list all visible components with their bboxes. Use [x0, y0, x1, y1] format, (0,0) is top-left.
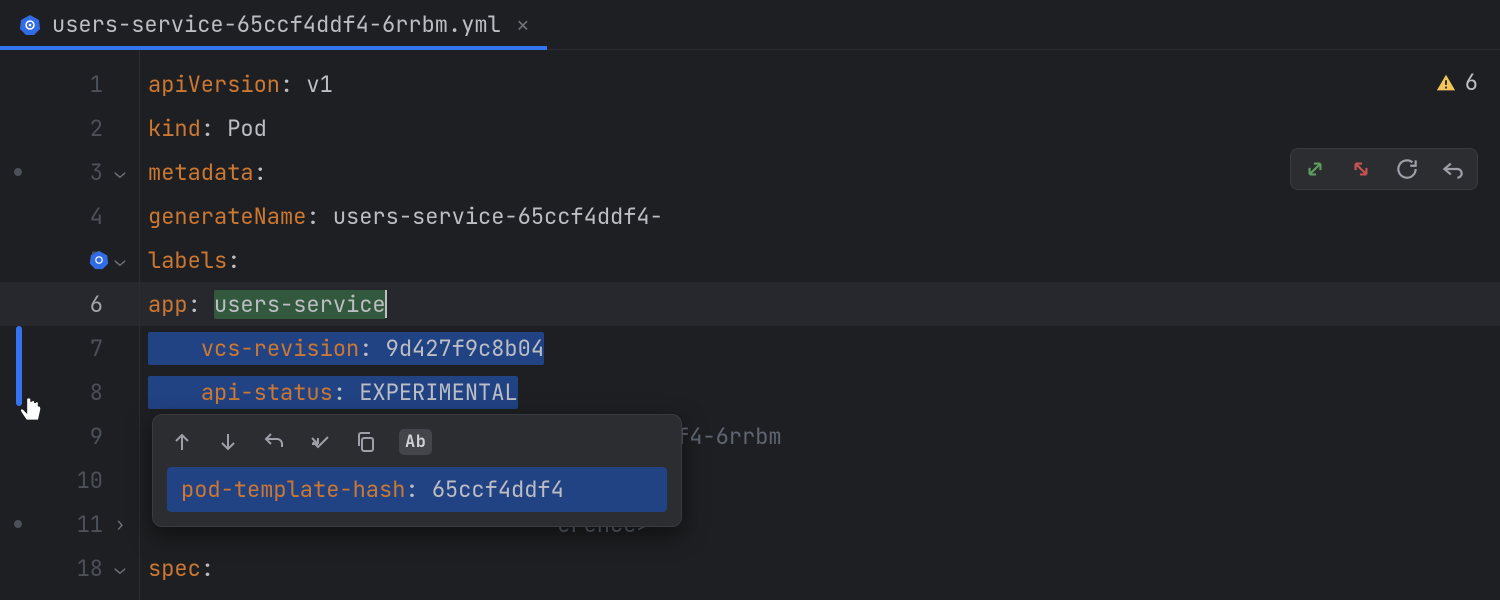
- diff-popup-toolbar: Ab: [167, 425, 667, 467]
- gutter-row: 18 ⌄: [0, 546, 139, 590]
- gutter-row: 1: [0, 62, 139, 106]
- diff-sep: :: [405, 475, 431, 504]
- fold-open-icon[interactable]: ⌄: [111, 249, 129, 272]
- gutter-row: 8: [0, 370, 139, 414]
- editor-tab[interactable]: users-service-65ccf4ddf4-6rrbm.yml ✕: [0, 0, 547, 49]
- push-icon[interactable]: [1301, 155, 1329, 183]
- line-number: 18: [63, 554, 103, 583]
- copy-icon[interactable]: [353, 429, 379, 455]
- line-number: 10: [63, 466, 103, 495]
- code-line[interactable]: api-status: EXPERIMENTAL: [140, 370, 1500, 414]
- gutter-row: 11 ›: [0, 502, 139, 546]
- selection: vcs-revision: 9d427f9c8b04: [148, 332, 544, 365]
- code-line[interactable]: generateName: users-service-65ccf4ddf4-: [140, 194, 1500, 238]
- line-number: 9: [63, 422, 103, 451]
- line-number: 4: [63, 202, 103, 231]
- kubernetes-gutter-icon[interactable]: [88, 249, 110, 271]
- fold-open-icon[interactable]: ⌄: [111, 557, 129, 580]
- fold-open-icon[interactable]: ⌄: [111, 161, 129, 184]
- code-line[interactable]: vcs-revision: 9d427f9c8b04: [140, 326, 1500, 370]
- fold-closed-icon[interactable]: ›: [111, 513, 129, 536]
- gutter-row: 9: [0, 414, 139, 458]
- warning-icon: [1435, 72, 1457, 94]
- gutter-row: 10: [0, 458, 139, 502]
- line-number: 11: [63, 510, 103, 539]
- arrow-up-icon[interactable]: [169, 429, 195, 455]
- selection: api-status: EXPERIMENTAL: [148, 376, 518, 409]
- gutter-row: 4: [0, 194, 139, 238]
- rollback-icon[interactable]: [1439, 155, 1467, 183]
- gutter-row: 6: [0, 282, 139, 326]
- diff-key: pod-template-hash: [181, 475, 405, 504]
- tab-filename: users-service-65ccf4ddf4-6rrbm.yml: [52, 10, 501, 39]
- line-number: 1: [63, 70, 103, 99]
- code-line[interactable]: kind: Pod: [140, 106, 1500, 150]
- close-icon[interactable]: ✕: [517, 12, 529, 38]
- refresh-icon[interactable]: [1393, 155, 1421, 183]
- text-caret: [385, 290, 387, 318]
- code-line[interactable]: app: users-service: [140, 282, 1500, 326]
- tab-bar: users-service-65ccf4ddf4-6rrbm.yml ✕: [0, 0, 1500, 50]
- line-number: 3: [63, 158, 103, 187]
- code-line[interactable]: apiVersion: v1: [140, 62, 1500, 106]
- diff-popup: Ab pod-template-hash: 65ccf4ddf4: [152, 414, 682, 527]
- editor: 123⌄45⌄67891011›18⌄ apiVersion: v1kind: …: [0, 50, 1500, 600]
- pull-icon[interactable]: [1347, 155, 1375, 183]
- undo-icon[interactable]: [261, 429, 287, 455]
- gutter-row: 3⌄: [0, 150, 139, 194]
- gutter-row: 5⌄: [0, 238, 139, 282]
- breakpoint-dot[interactable]: [14, 168, 22, 176]
- breakpoint-dot[interactable]: [14, 520, 22, 528]
- highlight-toggle[interactable]: Ab: [399, 429, 432, 455]
- kubernetes-toolbar: [1290, 148, 1478, 190]
- diff-line: pod-template-hash: 65ccf4ddf4: [167, 467, 667, 512]
- gutter-row: 2: [0, 106, 139, 150]
- kubernetes-icon: [18, 13, 42, 37]
- diff-val: 65ccf4ddf4: [432, 475, 564, 504]
- line-number: 2: [63, 114, 103, 143]
- code-line[interactable]: spec:: [140, 546, 1500, 590]
- code-line[interactable]: labels:: [140, 238, 1500, 282]
- arrow-down-icon[interactable]: [215, 429, 241, 455]
- apply-icon[interactable]: [307, 429, 333, 455]
- warning-count: 6: [1465, 68, 1478, 97]
- line-number: 7: [63, 334, 103, 363]
- line-number: 6: [63, 290, 103, 319]
- line-number: 8: [63, 378, 103, 407]
- warning-badge[interactable]: 6: [1435, 68, 1478, 97]
- gutter: 123⌄45⌄67891011›18⌄: [0, 50, 140, 600]
- gutter-row: 7: [0, 326, 139, 370]
